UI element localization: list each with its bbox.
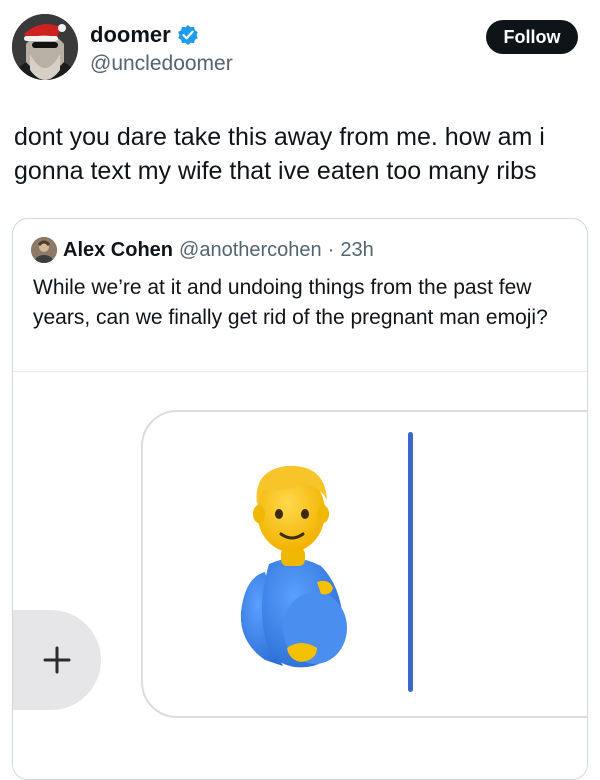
avatar-image [12,14,78,80]
quoted-author-name[interactable]: Alex Cohen [63,239,173,262]
author-handle[interactable]: @uncledoomer [90,52,233,76]
emoji-keyboard-panel [141,410,587,718]
text-cursor [408,432,413,692]
author-avatar[interactable] [12,14,78,80]
add-button[interactable] [13,610,101,710]
author-display-name[interactable]: doomer [90,22,171,48]
follow-button[interactable]: Follow [486,20,578,54]
quoted-tweet-header: Alex Cohen @anothercohen · 23h [31,237,374,263]
quoted-timestamp[interactable]: 23h [340,239,373,262]
header-separator: · [327,238,335,261]
verified-badge-icon [177,24,199,46]
author-name-row[interactable]: doomer [90,22,199,48]
quoted-media-image[interactable] [13,371,587,779]
quoted-tweet[interactable]: Alex Cohen @anothercohen · 23h While we’… [12,218,588,780]
plus-icon [43,646,71,674]
tweet-text: dont you dare take this away from me. ho… [14,123,545,185]
quoted-author-avatar[interactable] [31,237,57,263]
quoted-author-handle[interactable]: @anothercohen [179,239,322,262]
pregnant-man-emoji-icon [240,465,347,668]
quoted-tweet-text: While we’re at it and undoing things fro… [33,276,548,329]
